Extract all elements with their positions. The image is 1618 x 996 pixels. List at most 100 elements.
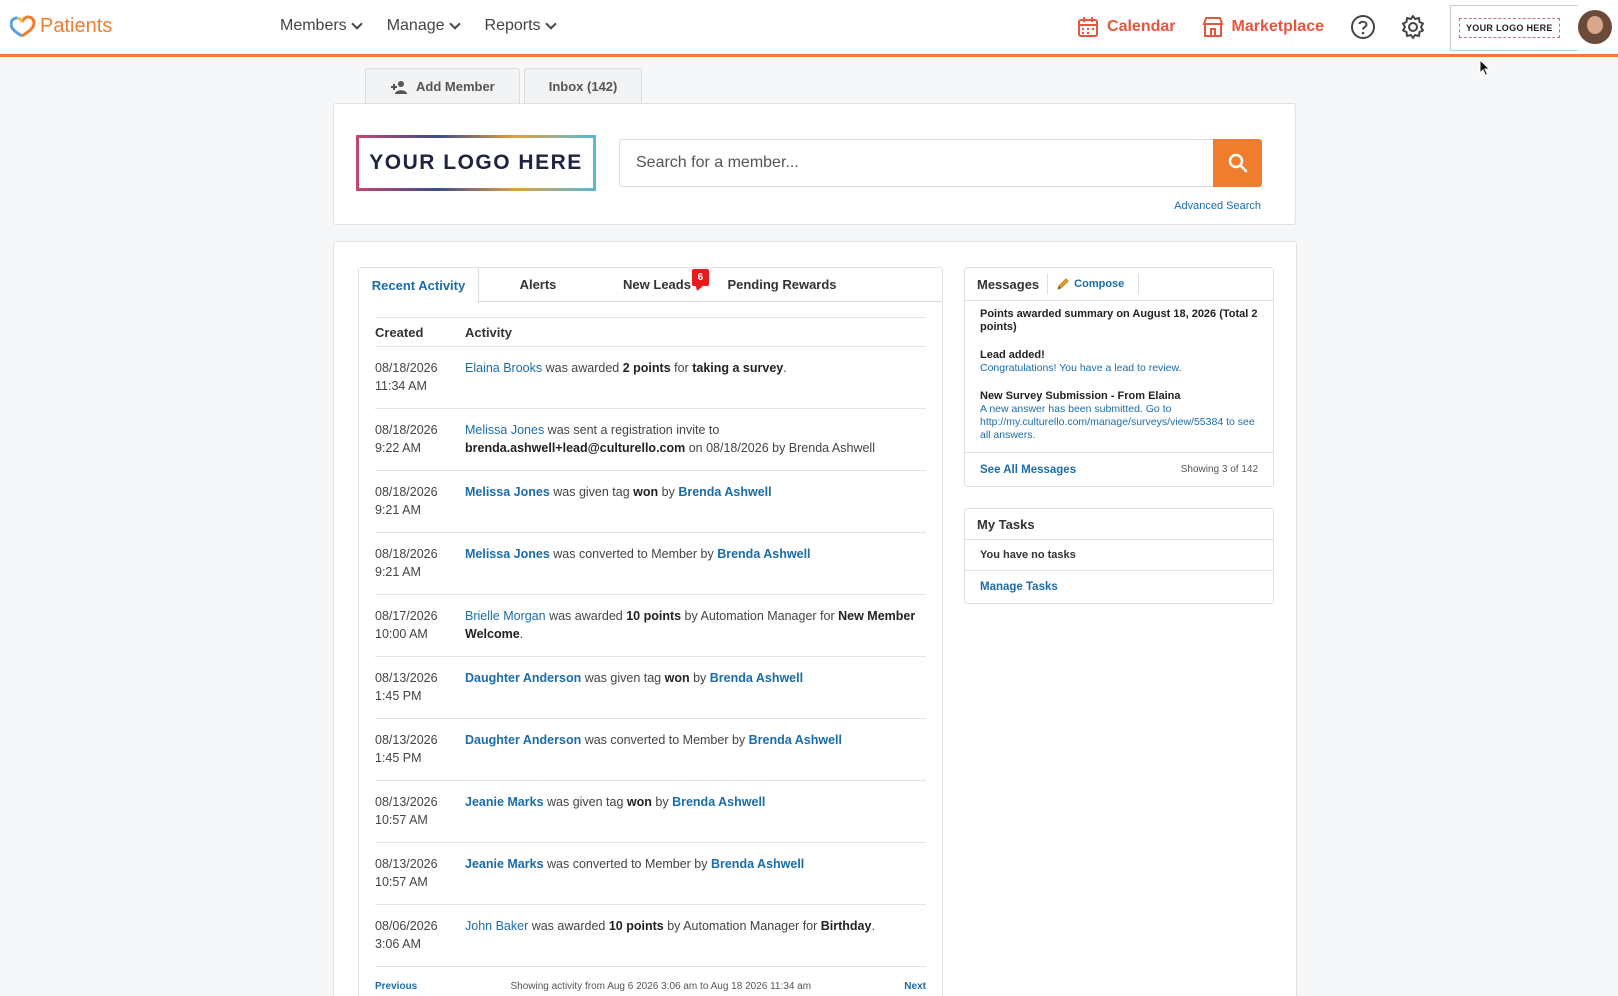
manage-tasks-link[interactable]: Manage Tasks (965, 571, 1273, 603)
row-created: 08/18/2026 9:22 AM (375, 421, 465, 470)
nav-manage[interactable]: Manage (387, 17, 461, 35)
calendar-icon (1078, 17, 1099, 37)
message-item[interactable]: New Survey Submission - From Elaina A ne… (980, 390, 1258, 442)
row-time: 11:34 AM (375, 379, 427, 393)
member-link[interactable]: Brielle Morgan (465, 609, 546, 623)
table-row: 08/13/2026 1:45 PM Daughter Anderson was … (375, 719, 926, 781)
tab-new-leads-wrap: New Leads 6 (623, 269, 709, 292)
tab-alerts[interactable]: Alerts (479, 268, 597, 301)
user-link[interactable]: Brenda Ashwell (711, 857, 804, 871)
gear-icon[interactable] (1400, 14, 1426, 40)
row-text: . (783, 361, 787, 375)
inbox-tab[interactable]: Inbox (142) (523, 68, 643, 104)
tab-recent-activity[interactable]: Recent Activity (359, 268, 479, 303)
brand-logo[interactable]: Patients (10, 14, 112, 38)
calendar-label: Calendar (1107, 18, 1176, 35)
member-link[interactable]: Daughter Anderson (465, 671, 581, 685)
help-icon[interactable] (1350, 14, 1376, 40)
heart-logo-icon (10, 15, 36, 38)
member-link[interactable]: Daughter Anderson (465, 733, 581, 747)
row-activity: Daughter Anderson was given tag won by B… (465, 669, 926, 718)
row-activity: Jeanie Marks was converted to Member by … (465, 855, 926, 904)
message-item[interactable]: Lead added! Congratulations! You have a … (980, 349, 1258, 375)
tab-pending-rewards-label: Pending Rewards (727, 277, 837, 292)
message-text[interactable]: Congratulations! You have a lead to revi… (980, 362, 1258, 375)
activity-pagination: Previous Showing activity from Aug 6 202… (375, 981, 926, 992)
member-search-input[interactable] (619, 139, 1213, 187)
table-row: 08/13/2026 10:57 AM Jeanie Marks was conv… (375, 843, 926, 905)
brand-name: Patients (40, 14, 113, 37)
table-row: 08/18/2026 9:22 AM Melissa Jones was sent… (375, 409, 926, 471)
user-link[interactable]: Brenda Ashwell (678, 485, 771, 499)
inbox-label: Inbox (142) (548, 79, 618, 94)
row-date: 08/06/2026 (375, 919, 438, 933)
row-bold: 10 points (608, 919, 664, 933)
activity-table-header: Created Activity (375, 317, 926, 347)
nav-members-label: Members (280, 17, 347, 34)
chevron-down-icon (351, 17, 363, 30)
row-bold: 2 points (622, 361, 671, 375)
row-time: 10:00 AM (375, 627, 428, 641)
calendar-link[interactable]: Calendar (1077, 16, 1176, 38)
top-navbar: Patients Members Manage Reports Calendar… (0, 0, 1618, 57)
advanced-search-link[interactable]: Advanced Search (1174, 200, 1261, 212)
search-icon (1228, 153, 1247, 173)
row-time: 1:45 PM (375, 751, 422, 765)
tab-new-leads[interactable]: New Leads 6 (597, 268, 717, 301)
messages-footer: See All Messages Showing 3 of 142 (965, 452, 1273, 486)
user-link[interactable]: Brenda Ashwell (717, 547, 810, 561)
compose-button[interactable]: Compose (1048, 274, 1140, 294)
marketplace-link[interactable]: Marketplace (1202, 16, 1324, 38)
message-title: New Survey Submission - From Elaina (980, 390, 1181, 402)
messages-count: Showing 3 of 142 (1180, 464, 1258, 475)
next-link[interactable]: Next (904, 981, 926, 992)
row-text: was awarded (545, 609, 627, 623)
row-created: 08/06/2026 3:06 AM (375, 917, 465, 966)
previous-link[interactable]: Previous (375, 981, 417, 992)
member-link[interactable]: Jeanie Marks (465, 857, 544, 871)
see-all-messages-link[interactable]: See All Messages (980, 464, 1076, 476)
search-button[interactable] (1213, 139, 1262, 187)
message-text[interactable]: A new answer has been submitted. Go to h… (980, 403, 1258, 442)
member-link[interactable]: Melissa Jones (465, 485, 550, 499)
row-time: 10:57 AM (375, 813, 428, 827)
row-bold: Birthday (820, 919, 872, 933)
row-text: . (871, 919, 875, 933)
row-date: 08/13/2026 (375, 671, 438, 685)
tasks-title: My Tasks (965, 509, 1273, 540)
user-link[interactable]: Brenda Ashwell (710, 671, 803, 685)
member-link[interactable]: John Baker (465, 919, 528, 933)
nav-reports[interactable]: Reports (485, 17, 557, 35)
tasks-panel: My Tasks You have no tasks Manage Tasks (964, 508, 1274, 604)
member-link[interactable]: Melissa Jones (465, 547, 550, 561)
add-member-tab[interactable]: Add Member (365, 68, 520, 104)
mouse-cursor-icon (1479, 59, 1491, 77)
row-date: 08/13/2026 (375, 857, 438, 871)
row-date: 08/13/2026 (375, 795, 438, 809)
account-logo[interactable]: YOUR LOGO HERE (1450, 5, 1578, 51)
member-link[interactable]: Jeanie Marks (465, 795, 544, 809)
row-activity: John Baker was awarded 10 points by Auto… (465, 917, 926, 966)
member-link[interactable]: Elaina Brooks (465, 361, 542, 375)
compose-label: Compose (1074, 278, 1125, 290)
table-row: 08/18/2026 9:21 AM Melissa Jones was conv… (375, 533, 926, 595)
member-link[interactable]: Melissa Jones (465, 423, 544, 437)
row-text: was sent a registration invite to (544, 423, 720, 437)
row-text: by (651, 795, 673, 809)
messages-list: Points awarded summary on August 18, 202… (965, 301, 1273, 442)
row-text: was converted to Member by (549, 547, 718, 561)
user-link[interactable]: Brenda Ashwell (672, 795, 765, 809)
row-created: 08/18/2026 11:34 AM (375, 359, 465, 408)
row-text: was given tag (549, 485, 634, 499)
pagination-status: Showing activity from Aug 6 2026 3:06 am… (510, 981, 812, 992)
avatar[interactable] (1578, 10, 1612, 44)
organization-logo: YOUR LOGO HERE (356, 135, 596, 191)
row-time: 9:22 AM (375, 441, 421, 455)
message-item[interactable]: Points awarded summary on August 18, 202… (980, 308, 1258, 334)
user-link[interactable]: Brenda Ashwell (749, 733, 842, 747)
table-row: 08/13/2026 10:57 AM Jeanie Marks was give… (375, 781, 926, 843)
tab-pending-rewards[interactable]: Pending Rewards (717, 268, 847, 301)
row-activity: Daughter Anderson was converted to Membe… (465, 731, 926, 780)
row-time: 10:57 AM (375, 875, 428, 889)
nav-members[interactable]: Members (280, 17, 363, 35)
